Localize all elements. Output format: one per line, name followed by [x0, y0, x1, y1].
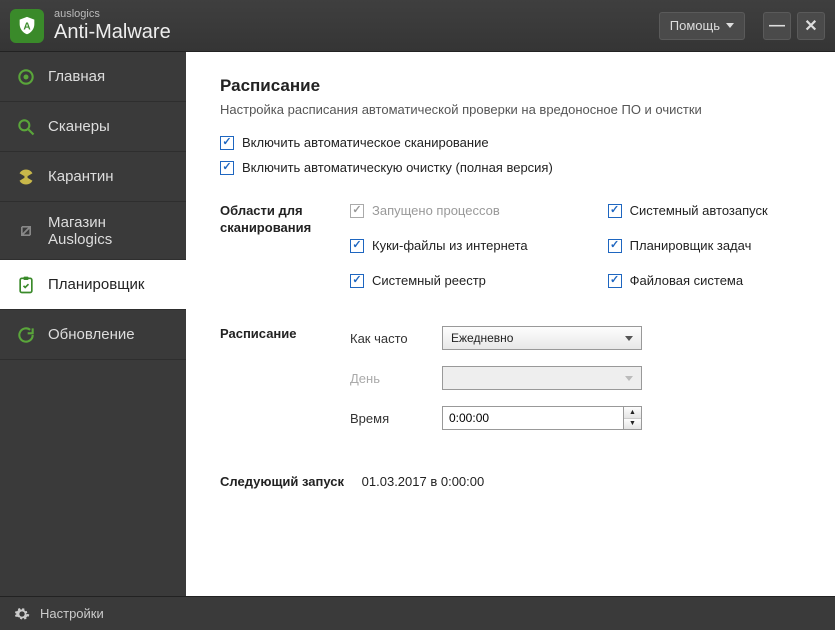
next-run-value: 01.03.2017 в 0:00:00 — [362, 474, 485, 489]
target-icon — [16, 67, 36, 87]
brand-small: auslogics — [54, 8, 171, 20]
sidebar-item-scanners[interactable]: Сканеры — [0, 102, 186, 152]
gear-icon — [14, 606, 30, 622]
sidebar-item-label: Планировщик — [48, 276, 144, 293]
brand-big: Anti-Malware — [54, 21, 171, 43]
sidebar-item-label: Сканеры — [48, 118, 110, 135]
sidebar-item-quarantine[interactable]: Карантин — [0, 152, 186, 202]
page-subtitle: Настройка расписания автоматической пров… — [220, 102, 801, 117]
scan-areas-heading: Области для сканирования — [220, 203, 350, 298]
day-label: День — [350, 371, 442, 386]
clipboard-icon — [16, 275, 36, 295]
next-run-row: Следующий запуск 01.03.2017 в 0:00:00 — [220, 474, 801, 489]
sidebar-item-label: Карантин — [48, 168, 114, 185]
sidebar-item-label: Магазин Auslogics — [48, 214, 170, 248]
checkbox-label: Куки-файлы из интернета — [372, 238, 528, 253]
close-button[interactable]: ✕ — [797, 12, 825, 40]
footer: Настройки — [0, 596, 835, 630]
sidebar: Главная Сканеры Карантин Магазин Auslogi… — [0, 52, 186, 596]
checkbox-label: Планировщик задач — [630, 238, 752, 253]
time-up-button[interactable]: ▲ — [624, 407, 641, 419]
svg-text:A: A — [23, 21, 31, 32]
checkbox-enable-scan[interactable] — [220, 136, 234, 150]
sidebar-item-home[interactable]: Главная — [0, 52, 186, 102]
titlebar: A auslogics Anti-Malware Помощь — ✕ — [0, 0, 835, 52]
page-title: Расписание — [220, 76, 801, 96]
how-often-select[interactable]: Ежедневно — [442, 326, 642, 350]
next-run-label: Следующий запуск — [220, 474, 344, 489]
sidebar-item-label: Обновление — [48, 326, 135, 343]
time-input[interactable] — [442, 406, 624, 430]
how-often-label: Как часто — [350, 331, 442, 346]
time-label: Время — [350, 411, 442, 426]
checkbox-label: Системный автозапуск — [630, 203, 768, 218]
chevron-down-icon — [625, 336, 633, 341]
chevron-down-icon — [726, 23, 734, 28]
help-button[interactable]: Помощь — [659, 12, 745, 40]
sidebar-item-update[interactable]: Обновление — [0, 310, 186, 360]
select-value: Ежедневно — [451, 331, 513, 345]
radioactive-icon — [16, 167, 36, 187]
refresh-icon — [16, 325, 36, 345]
arrows-icon — [16, 221, 36, 241]
checkbox-label: Запущено процессов — [372, 203, 500, 218]
checkbox-cookies[interactable] — [350, 239, 364, 253]
main-panel: Расписание Настройка расписания автомати… — [186, 52, 835, 596]
settings-link[interactable]: Настройки — [40, 606, 104, 621]
checkbox-enable-clean[interactable] — [220, 161, 234, 175]
checkbox-label: Включить автоматическое сканирование — [242, 135, 489, 150]
schedule-heading: Расписание — [220, 326, 350, 446]
shield-icon: A — [16, 15, 38, 37]
checkbox-processes — [350, 204, 364, 218]
checkbox-autostart[interactable] — [608, 204, 622, 218]
checkbox-label: Файловая система — [630, 273, 743, 288]
checkbox-label: Включить автоматическую очистку (полная … — [242, 160, 553, 175]
search-icon — [16, 117, 36, 137]
checkbox-label: Системный реестр — [372, 273, 486, 288]
time-down-button[interactable]: ▼ — [624, 419, 641, 430]
checkbox-tasksched[interactable] — [608, 239, 622, 253]
sidebar-item-label: Главная — [48, 68, 105, 85]
app-logo: A — [10, 9, 44, 43]
chevron-down-icon — [625, 376, 633, 381]
checkbox-registry[interactable] — [350, 274, 364, 288]
day-select — [442, 366, 642, 390]
sidebar-item-scheduler[interactable]: Планировщик — [0, 260, 186, 310]
checkbox-filesystem[interactable] — [608, 274, 622, 288]
sidebar-item-store[interactable]: Магазин Auslogics — [0, 202, 186, 260]
minimize-button[interactable]: — — [763, 12, 791, 40]
help-label: Помощь — [670, 18, 720, 33]
